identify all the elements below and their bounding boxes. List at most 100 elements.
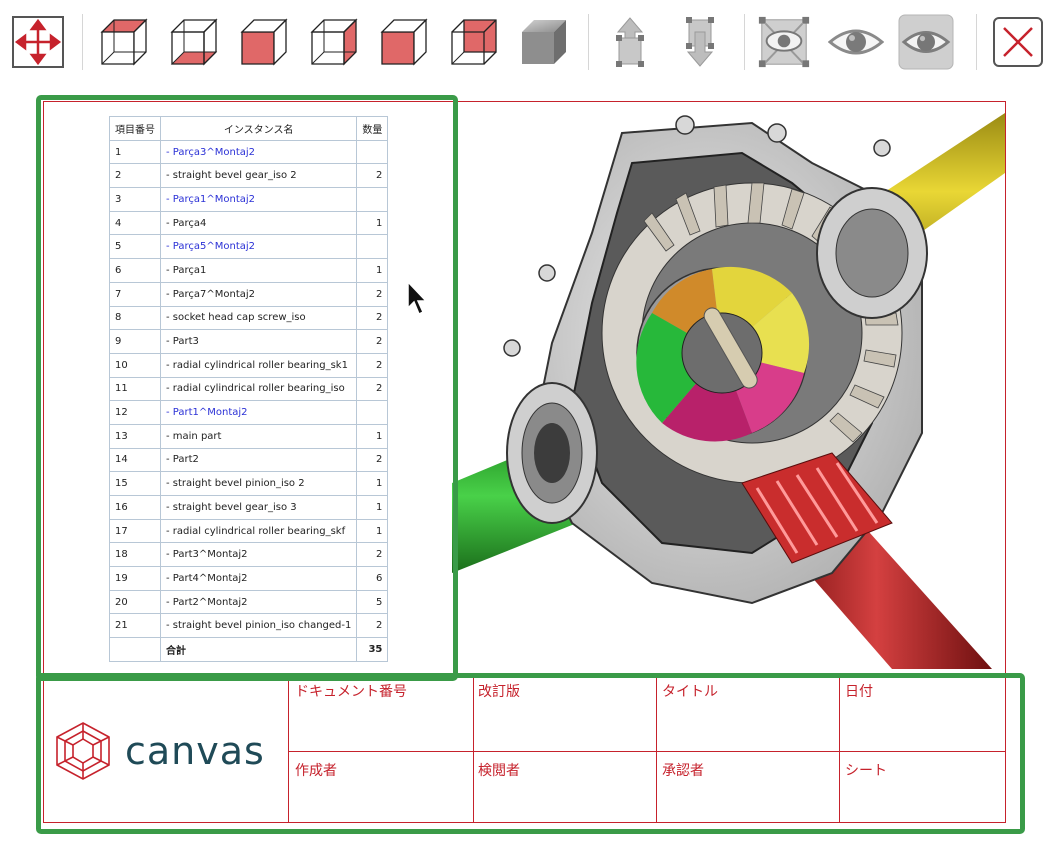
view-cube-front-button[interactable] — [376, 14, 432, 70]
bom-row[interactable]: 18- Part3^Montaj2 2 — [109, 542, 389, 568]
bom-row[interactable]: 5- Parça5^Montaj2 — [109, 234, 389, 260]
bom-cell-instance-name: - Part3^Montaj2 — [159, 542, 358, 568]
hide-selected-button[interactable] — [756, 14, 812, 70]
bom-cell-instance-name: - Parça1^Montaj2 — [159, 187, 358, 212]
bom-cell-item-number: 15 — [109, 471, 161, 496]
bom-cell-quantity: 1 — [356, 423, 389, 449]
document-number-label: ドキュメント番号 — [295, 684, 407, 700]
close-button[interactable] — [990, 14, 1046, 70]
show-all-button[interactable] — [898, 14, 954, 70]
title-block-vline — [473, 675, 474, 822]
view-cube-left-button[interactable] — [236, 14, 292, 70]
bom-cell-item-number: 7 — [109, 281, 161, 307]
bom-cell-item-number: 11 — [109, 376, 161, 402]
bom-cell-instance-name: - main part — [159, 423, 358, 449]
bom-cell-quantity — [356, 187, 389, 212]
date-label: 日付 — [845, 684, 873, 700]
bom-row[interactable]: 6- Parça1 1 — [109, 258, 389, 283]
show-button[interactable] — [828, 14, 884, 70]
bom-row[interactable]: 14- Part2 2 — [109, 447, 389, 473]
bom-row[interactable]: 4- Parça4 1 — [109, 210, 389, 236]
bom-cell-quantity: 2 — [356, 163, 389, 189]
show-icon — [828, 29, 884, 55]
bom-table: 項目番号 インスタンス名 数量 1- Parça3^Montaj2 2- stra… — [109, 116, 389, 662]
bom-row[interactable]: 11- radial cylindrical roller bearing_is… — [109, 376, 389, 402]
bom-row[interactable]: 1- Parça3^Montaj2 — [109, 139, 389, 165]
bom-cell-instance-name: - straight bevel gear_iso 3 — [159, 495, 358, 520]
bom-cell-item-number: 3 — [109, 187, 161, 212]
bom-cell-quantity: 2 — [356, 281, 389, 307]
bom-cell-instance-name: - Part2^Montaj2 — [159, 589, 358, 615]
bom-row[interactable]: 9- Part3 2 — [109, 329, 389, 354]
bom-cell-quantity: 5 — [356, 589, 389, 615]
bom-cell-quantity: 2 — [356, 329, 389, 354]
bom-row[interactable]: 15- straight bevel pinion_iso 21 — [109, 471, 389, 496]
explode-up-button[interactable] — [602, 14, 658, 70]
author-label: 作成者 — [295, 763, 337, 779]
explode-up-icon — [616, 17, 644, 67]
bom-cell-item-number: 13 — [109, 423, 161, 449]
bom-header-row: 項目番号 インスタンス名 数量 — [109, 116, 389, 141]
bom-cell-instance-name: - Parça3^Montaj2 — [159, 139, 358, 165]
toolbar — [0, 0, 1054, 84]
bom-row[interactable]: 16- straight bevel gear_iso 31 — [109, 495, 389, 520]
bom-row[interactable]: 19- Part4^Montaj2 6 — [109, 566, 389, 591]
title-label: タイトル — [662, 684, 718, 700]
bom-cell-item-number: 17 — [109, 518, 161, 544]
bom-row[interactable]: 20- Part2^Montaj2 5 — [109, 589, 389, 615]
bom-cell-instance-name: - Part4^Montaj2 — [159, 566, 358, 591]
bom-cell-quantity: 2 — [356, 376, 389, 402]
canvas-logo-icon — [56, 722, 110, 780]
bom-cell-instance-name: - Part1^Montaj2 — [159, 400, 358, 425]
bom-row[interactable]: 13- main part 1 — [109, 423, 389, 449]
bom-cell-quantity: 2 — [356, 542, 389, 568]
bom-cell-quantity: 6 — [356, 566, 389, 591]
bom-cell-item-number: 6 — [109, 258, 161, 283]
title-block-vline — [839, 675, 840, 822]
view-cube-left-icon — [240, 18, 288, 66]
title-block-vline — [656, 675, 657, 822]
reviewer-label: 検閲者 — [478, 763, 520, 779]
bom-cell-quantity: 2 — [356, 447, 389, 473]
bom-row[interactable]: 21- straight bevel pinion_iso changed-1 2 — [109, 613, 389, 639]
view-cube-bottom-button[interactable] — [166, 14, 222, 70]
bom-cell-item-number: 2 — [109, 163, 161, 189]
explode-down-button[interactable] — [672, 14, 728, 70]
view-cube-top-icon — [100, 18, 148, 66]
bom-cell-item-number: 10 — [109, 352, 161, 378]
bom-row[interactable]: 2- straight bevel gear_iso 22 — [109, 163, 389, 189]
view-cube-bottom-icon — [170, 18, 218, 66]
view-cube-right-button[interactable] — [306, 14, 362, 70]
bom-header-item-number: 項目番号 — [109, 116, 161, 141]
bom-row[interactable]: 10- radial cylindrical roller bearing_sk… — [109, 352, 389, 378]
sheet-label: シート — [845, 763, 887, 779]
bom-cell-quantity: 1 — [356, 518, 389, 544]
bom-row[interactable]: 12- Part1^Montaj2 — [109, 400, 389, 425]
show-all-icon — [898, 14, 954, 70]
bom-cell-item-number: 5 — [109, 234, 161, 260]
bom-cell-item-number: 12 — [109, 400, 161, 425]
bom-cell-quantity: 1 — [356, 471, 389, 496]
view-cube-back-button[interactable] — [446, 14, 502, 70]
bom-row[interactable]: 3- Parça1^Montaj2 — [109, 187, 389, 212]
shaded-view-button[interactable] — [516, 14, 572, 70]
revision-label: 改訂版 — [478, 684, 520, 700]
bom-total-label: 合計 — [159, 637, 358, 662]
bom-header-instance-name: インスタンス名 — [159, 116, 358, 141]
bom-row[interactable]: 8- socket head cap screw_iso 2 — [109, 305, 389, 331]
bom-cell-instance-name: - socket head cap screw_iso — [159, 305, 358, 331]
bom-cell-item-number: 14 — [109, 447, 161, 473]
bom-cell-quantity: 1 — [356, 495, 389, 520]
bom-total-empty — [109, 637, 161, 662]
bom-body: 1- Parça3^Montaj2 2- straight bevel gear_… — [109, 139, 389, 662]
hide-selected-icon — [758, 16, 810, 68]
bom-row[interactable]: 7- Parça7^Montaj2 2 — [109, 281, 389, 307]
fit-view-button[interactable] — [10, 14, 66, 70]
model-3d-view[interactable] — [452, 103, 1005, 669]
bom-row[interactable]: 17- radial cylindrical roller bearing_sk… — [109, 518, 389, 544]
bom-cell-instance-name: - Parça1 — [159, 258, 358, 283]
view-cube-top-button[interactable] — [96, 14, 152, 70]
view-cube-right-icon — [310, 18, 358, 66]
bom-cell-item-number: 1 — [109, 139, 161, 165]
bom-cell-instance-name: - straight bevel pinion_iso 2 — [159, 471, 358, 496]
